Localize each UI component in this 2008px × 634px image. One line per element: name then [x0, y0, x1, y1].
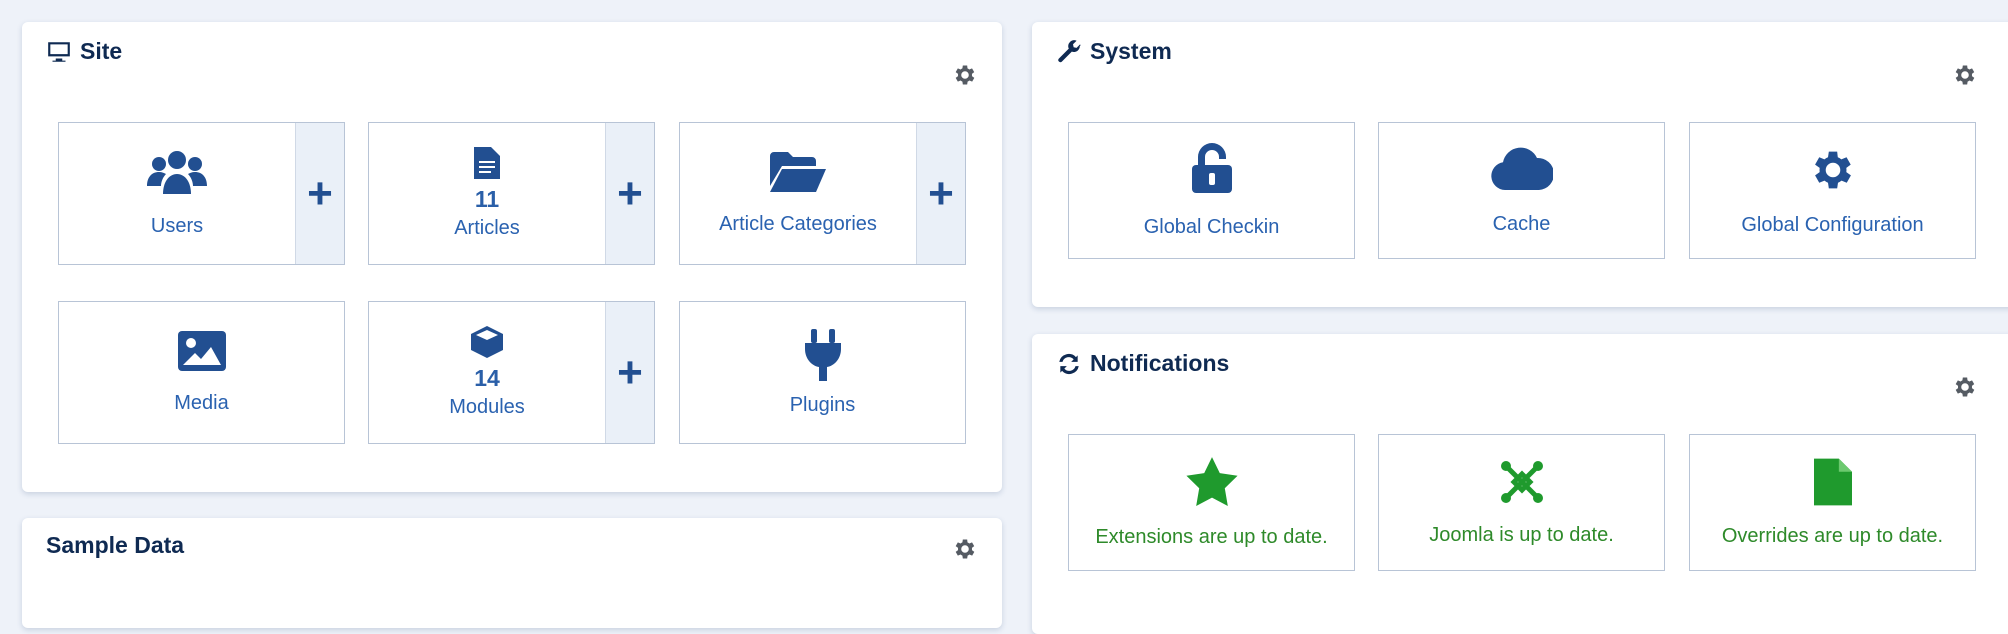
add-module-button[interactable]: + — [605, 302, 654, 443]
tile-articles-label: Articles — [454, 217, 520, 239]
system-title: System — [1090, 38, 1172, 64]
tile-cache-label: Cache — [1492, 212, 1551, 235]
tile-global-checkin[interactable]: Global Checkin — [1068, 122, 1355, 259]
wrench-icon — [1058, 39, 1081, 62]
desktop-icon — [48, 41, 70, 62]
tile-article-categories-link[interactable]: Article Categories — [680, 123, 916, 264]
folder-open-icon — [770, 151, 826, 192]
joomla-icon — [1500, 460, 1543, 503]
tile-extensions-status[interactable]: Extensions are up to date. — [1068, 434, 1355, 571]
add-user-button[interactable]: + — [295, 123, 344, 264]
tile-users-link[interactable]: Users — [59, 123, 295, 264]
tile-modules[interactable]: 14 Modules + — [368, 301, 655, 444]
file-icon — [1813, 458, 1852, 505]
system-options-gear-icon[interactable] — [1952, 62, 1978, 88]
tile-users-label: Users — [150, 214, 204, 237]
site-panel-title: Site — [46, 38, 122, 65]
file-icon — [474, 147, 500, 179]
site-options-gear-icon[interactable] — [952, 62, 978, 88]
sample-data-title: Sample Data — [46, 532, 185, 558]
tile-global-checkin-label: Global Checkin — [1143, 215, 1280, 238]
tile-joomla-status[interactable]: Joomla is up to date. — [1378, 434, 1665, 571]
tile-modules-label: Modules — [449, 396, 525, 418]
site-title: Site — [80, 38, 123, 64]
sample-data-panel: Sample Data — [22, 518, 1002, 628]
tile-users[interactable]: Users + — [58, 122, 345, 265]
tile-media-label: Media — [174, 391, 229, 414]
tile-articles-link[interactable]: 11 Articles — [369, 123, 605, 264]
tile-global-configuration-label: Global Configuration — [1741, 213, 1924, 236]
tile-cache[interactable]: Cache — [1378, 122, 1665, 259]
articles-count: 11 — [474, 186, 500, 212]
star-icon — [1185, 456, 1238, 506]
image-icon — [177, 330, 226, 371]
add-category-button[interactable]: + — [916, 123, 965, 264]
modules-count: 14 — [474, 365, 500, 391]
notifications-panel-title: Notifications — [1056, 350, 1229, 377]
system-panel-title: System — [1056, 38, 1172, 65]
tile-modules-link[interactable]: 14 Modules — [369, 302, 605, 443]
tile-overrides-status[interactable]: Overrides are up to date. — [1689, 434, 1976, 571]
tile-overrides-status-label: Overrides are up to date. — [1721, 524, 1944, 547]
notifications-options-gear-icon[interactable] — [1952, 374, 1978, 400]
refresh-icon — [1059, 353, 1079, 374]
sample-data-options-gear-icon[interactable] — [952, 536, 978, 562]
tile-plugins[interactable]: Plugins — [679, 301, 966, 444]
tile-joomla-status-label: Joomla is up to date. — [1429, 523, 1614, 546]
add-article-button[interactable]: + — [605, 123, 654, 264]
tile-media[interactable]: Media — [58, 301, 345, 444]
tile-plugins-label: Plugins — [789, 393, 856, 416]
unlock-icon — [1191, 142, 1232, 193]
tile-articles[interactable]: 11 Articles + — [368, 122, 655, 265]
notifications-title: Notifications — [1090, 350, 1230, 376]
tile-article-categories[interactable]: Article Categories + — [679, 122, 966, 265]
users-icon — [147, 150, 207, 194]
notifications-panel: Notifications Extensions are up to date.… — [1032, 334, 2008, 634]
plug-icon — [804, 328, 841, 381]
tile-plugins-link[interactable]: Plugins — [680, 302, 965, 443]
tile-media-link[interactable]: Media — [59, 302, 344, 443]
site-panel: Site Users + 11 Articles + Article Categ… — [22, 22, 1002, 492]
tile-extensions-status-label: Extensions are up to date. — [1095, 525, 1328, 548]
tile-article-categories-label: Article Categories — [719, 212, 877, 235]
gear-icon — [1814, 151, 1851, 188]
cloud-icon — [1490, 147, 1554, 190]
cube-icon — [471, 326, 503, 358]
tile-global-configuration[interactable]: Global Configuration — [1689, 122, 1976, 259]
system-panel: System Global Checkin Cache Global Confi… — [1032, 22, 2008, 307]
